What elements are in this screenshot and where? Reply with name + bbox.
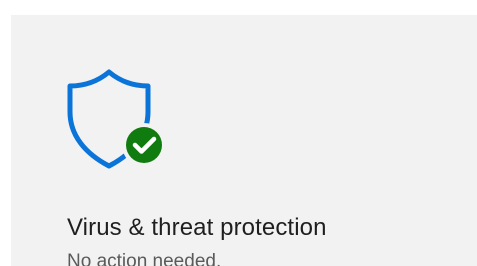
check-badge: [126, 127, 162, 163]
virus-threat-protection-tile[interactable]: Virus & threat protection No action need…: [11, 15, 477, 266]
tile-status: No action needed.: [67, 251, 222, 266]
page: Virus & threat protection No action need…: [0, 0, 477, 266]
shield-check-icon: [64, 68, 172, 172]
tile-title: Virus & threat protection: [67, 214, 327, 241]
